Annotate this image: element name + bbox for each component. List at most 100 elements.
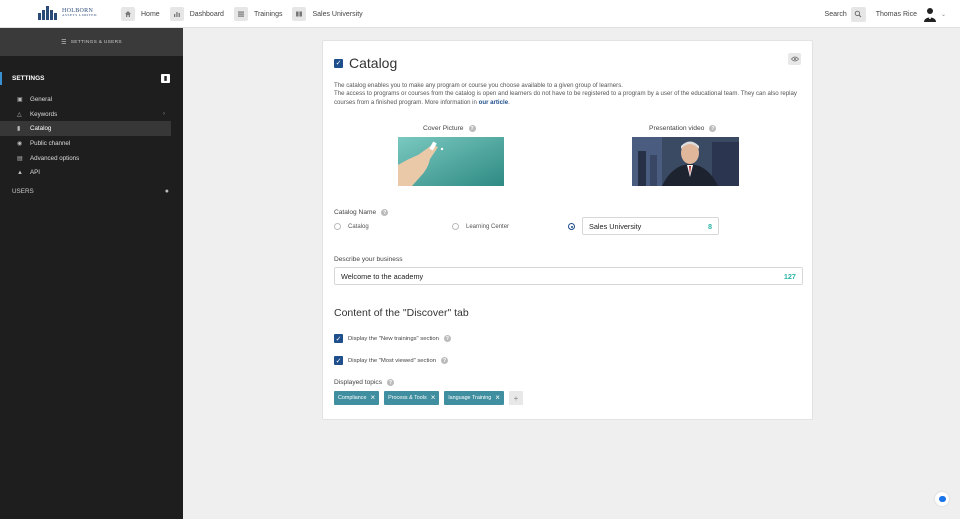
avatar[interactable] [921, 6, 938, 22]
active-indicator [0, 72, 2, 85]
nav-dashboard[interactable]: Dashboard [169, 7, 224, 21]
nav-home-label: Home [141, 10, 160, 18]
presentation-video-label: Presentation video ? [649, 125, 717, 132]
close-icon[interactable]: × [495, 394, 500, 402]
close-icon[interactable]: × [370, 394, 375, 402]
list-icon [233, 7, 248, 21]
discover-section-title: Content of the "Discover" tab [334, 307, 469, 319]
chevron-right-icon: › [163, 111, 165, 118]
cover-picture[interactable] [398, 137, 504, 186]
nav-home[interactable]: Home [121, 7, 160, 21]
help-icon[interactable]: ? [709, 125, 717, 132]
catalog-enabled-checkbox[interactable]: ✓ [334, 58, 343, 68]
sidebar-item-label: Advanced options [30, 154, 80, 162]
catalog-name-input[interactable]: Sales University 8 [582, 217, 719, 235]
chevron-down-icon[interactable]: ⌄ [941, 11, 946, 18]
help-icon[interactable]: ? [441, 357, 448, 364]
sidebar-item-api[interactable]: ▲ API [0, 165, 171, 180]
radio-learning-center[interactable]: Learning Center [452, 223, 509, 230]
book-icon[interactable]: ▮ [161, 74, 170, 83]
character-count: 8 [707, 221, 712, 231]
header-tools: Search Thomas Rice ⌄ [825, 6, 946, 22]
main-nav: Home Dashboard Trainings Sales Universit… [121, 7, 373, 21]
business-description-input[interactable]: Welcome to the academy 127 [334, 267, 803, 285]
catalog-name-label: Catalog Name ? [334, 209, 389, 216]
help-icon[interactable]: ? [468, 125, 476, 132]
settings-title: SETTINGS [12, 75, 45, 82]
business-description-value: Welcome to the academy [341, 271, 424, 281]
sliders-icon: ▤ [17, 155, 23, 162]
presentation-video[interactable] [632, 137, 739, 186]
new-trainings-option[interactable]: ✓ Display the "New trainings" section ? [334, 334, 451, 343]
sidebar-item-general[interactable]: ▣ General [0, 92, 171, 107]
help-icon[interactable]: ? [387, 379, 395, 386]
nav-sales-university[interactable]: Sales University [292, 7, 363, 21]
preview-button[interactable] [788, 53, 801, 65]
help-icon[interactable]: ? [443, 335, 451, 342]
most-viewed-checkbox[interactable]: ✓ [334, 356, 343, 365]
nav-dashboard-label: Dashboard [189, 10, 224, 18]
sidebar-item-catalog[interactable]: ▮ Catalog [0, 121, 171, 137]
users-section[interactable]: USERS ● [0, 184, 183, 198]
description-line-2: The access to programs or courses from t… [334, 90, 797, 106]
chat-button[interactable] [935, 492, 949, 506]
settings-section[interactable]: SETTINGS ▮ [0, 72, 183, 85]
page-title: Catalog [349, 55, 398, 71]
topics-list: Compliance × Process & Tools × language … [334, 391, 523, 405]
close-icon[interactable]: × [431, 394, 436, 402]
top-bar: HOLBORN ASSETS LIMITED Home Dashboard Tr… [0, 0, 960, 28]
user-name[interactable]: Thomas Rice [876, 11, 917, 18]
description-line-1: The catalog enables you to make any prog… [334, 82, 623, 89]
plug-icon: ▲ [17, 169, 23, 176]
sidebar-item-label: API [30, 169, 40, 177]
globe-icon: ◉ [17, 140, 23, 147]
topics-label: Displayed topics ? [334, 379, 395, 386]
article-link[interactable]: our article [479, 99, 508, 106]
radio-button[interactable] [334, 223, 341, 230]
catalog-description: The catalog enables you to make any prog… [334, 82, 804, 107]
catalog-name-value: Sales University [589, 221, 642, 231]
new-trainings-checkbox[interactable]: ✓ [334, 334, 343, 343]
sidebar-header: ☰ SETTINGS & USERS [0, 28, 183, 56]
catalog-card: ✓ Catalog The catalog enables you to mak… [322, 40, 813, 420]
image-icon: ▣ [17, 96, 23, 103]
bar-chart-icon [169, 7, 184, 21]
settings-menu: ▣ General △ Keywords › ▮ Catalog ◉ Publi… [0, 92, 183, 180]
sidebar-item-label: Catalog [30, 125, 52, 133]
sidebar-item-advanced-options[interactable]: ▤ Advanced options [0, 151, 171, 166]
sidebar: ☰ SETTINGS & USERS SETTINGS ▮ ▣ General … [0, 28, 183, 519]
search-button[interactable] [850, 6, 866, 22]
sidebar-item-label: Keywords [30, 110, 58, 118]
users-title: USERS [12, 187, 34, 195]
topic-tag[interactable]: Compliance × [334, 391, 380, 405]
users-group-icon: ● [164, 187, 169, 195]
most-viewed-option[interactable]: ✓ Display the "Most viewed" section ? [334, 356, 448, 365]
add-topic-button[interactable]: + [508, 391, 523, 405]
business-label: Describe your business [334, 256, 403, 263]
radio-catalog[interactable]: Catalog [334, 223, 369, 230]
sidebar-item-label: Public channel [30, 139, 71, 147]
sidebar-item-public-channel[interactable]: ◉ Public channel [0, 136, 171, 151]
catalog-icon [292, 7, 307, 21]
search-label[interactable]: Search [825, 11, 847, 18]
topic-tag-label: Compliance [338, 395, 367, 401]
help-icon[interactable]: ? [381, 209, 389, 216]
topic-tag[interactable]: Process & Tools × [384, 391, 440, 405]
radio-button[interactable] [452, 223, 459, 230]
new-trainings-label: Display the "New trainings" section [348, 335, 439, 342]
cover-picture-label: Cover Picture ? [423, 125, 476, 132]
radio-custom-name[interactable] [568, 223, 582, 230]
radio-button-selected[interactable] [568, 223, 575, 230]
tag-icon: △ [17, 111, 22, 118]
radio-catalog-label: Catalog [348, 223, 369, 230]
sidebar-item-keywords[interactable]: △ Keywords › [0, 107, 171, 122]
nav-trainings[interactable]: Trainings [233, 7, 282, 21]
nav-sales-university-label: Sales University [312, 10, 363, 18]
sidebar-header-label: SETTINGS & USERS [70, 39, 122, 45]
eye-icon [790, 56, 799, 62]
topic-tag[interactable]: language Training × [444, 391, 504, 405]
character-count: 127 [783, 271, 796, 281]
sliders-icon: ☰ [61, 39, 67, 46]
home-icon [121, 7, 135, 21]
company-logo[interactable]: HOLBORN ASSETS LIMITED [38, 6, 97, 20]
